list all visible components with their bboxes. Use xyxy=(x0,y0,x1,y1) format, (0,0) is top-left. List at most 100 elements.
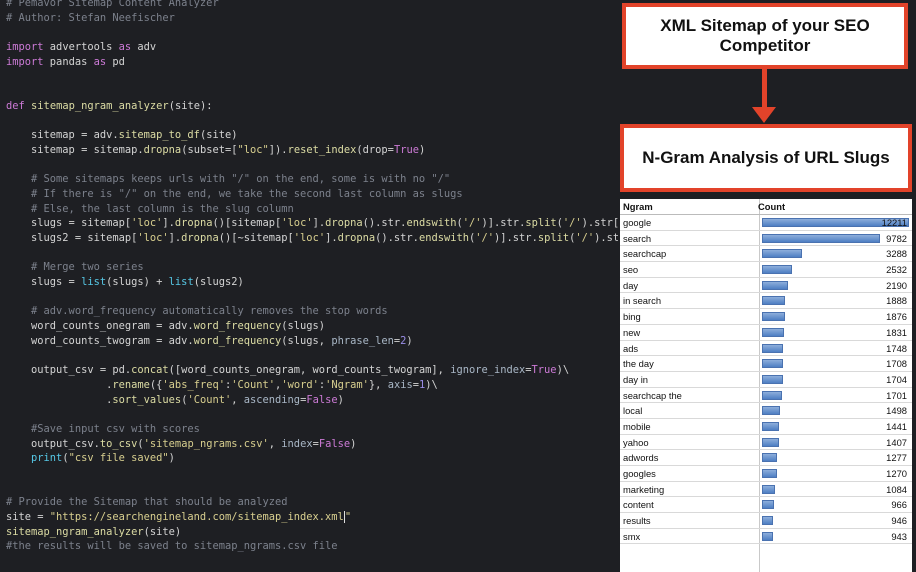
code-line: # Some sitemaps keeps urls with "/" on t… xyxy=(6,172,618,187)
code-token: split xyxy=(525,217,557,230)
code-token: (slugs) + xyxy=(106,276,169,289)
header-count: Count xyxy=(758,201,786,212)
code-token: sitemap_ngram_analyzer xyxy=(6,525,144,538)
ngram-table: Ngram Count google 12211 search 9782 searchc… xyxy=(620,199,912,572)
code-token: rename xyxy=(112,378,150,391)
table-row: day 2190 xyxy=(620,278,912,294)
code-token: word_counts_twogram = adv. xyxy=(6,334,194,347)
code-token: word_counts_onegram = adv. xyxy=(6,320,194,333)
count-cell: 1277 xyxy=(886,452,907,464)
table-body: google 12211 search 9782 searchcap 3288 seo 253… xyxy=(620,215,912,545)
code-token: 'loc' xyxy=(131,217,163,230)
table-row: seo 2532 xyxy=(620,262,912,278)
code-token: ).str[-2] xyxy=(581,217,618,230)
code-token: False xyxy=(318,437,351,450)
code-token: dropna xyxy=(337,232,376,244)
count-cell: 1704 xyxy=(886,373,907,385)
code-editor[interactable]: # Pemavor Sitemap Content Analyzer # Auth… xyxy=(0,0,618,572)
code-token: as xyxy=(118,41,132,54)
code-token: ().str. xyxy=(375,232,419,244)
code-token: (drop= xyxy=(356,143,394,156)
table-row: local 1498 xyxy=(620,403,912,419)
code-line: output_csv.to_csv('sitemap_ngrams.csv', … xyxy=(6,437,618,452)
code-token: import xyxy=(6,41,44,54)
code-token: sitemap_to_df xyxy=(118,129,200,142)
code-token: reset_index xyxy=(287,143,357,156)
code-token: "https://searchengineland.com/sitemap_in… xyxy=(49,511,344,524)
code-line: def sitemap_ngram_analyzer(site): xyxy=(6,99,618,114)
code-token: ()[~sitemap[ xyxy=(218,232,294,244)
code-token: ]. xyxy=(325,232,338,244)
code-token: # Else, the last column is the slug colu… xyxy=(6,202,294,215)
table-row: day in 1704 xyxy=(620,372,912,388)
count-bar xyxy=(762,516,773,526)
table-row: search 9782 xyxy=(620,231,912,247)
code-token: True xyxy=(393,143,419,156)
code-token: ]). xyxy=(268,143,288,156)
count-bar xyxy=(762,359,783,369)
code-line: sitemap = sitemap.dropna(subset=["loc"])… xyxy=(6,143,618,158)
code-token: word_frequency xyxy=(193,334,282,347)
code-token: 'loc' xyxy=(281,217,313,230)
count-bar xyxy=(762,531,773,541)
code-line: #the results will be saved to sitemap_ng… xyxy=(6,539,618,554)
code-token: to_csv xyxy=(99,437,138,450)
table-row: searchcap 3288 xyxy=(620,246,912,263)
header-ngram: Ngram xyxy=(623,201,653,212)
code-line: slugs = list(slugs) + list(slugs2) xyxy=(6,275,618,290)
code-token: sitemap = adv. xyxy=(6,129,119,142)
arrow-shaft xyxy=(762,69,767,111)
code-token: list xyxy=(168,276,194,289)
code-token: word_frequency xyxy=(193,320,282,333)
table-row: in search 1888 xyxy=(620,293,912,310)
code-line: # adv.word_frequency automatically remov… xyxy=(6,304,618,319)
code-token: "loc" xyxy=(237,143,269,156)
count-cell: 1270 xyxy=(886,468,907,479)
table-row: new 1831 xyxy=(620,325,912,341)
code-token: ]. xyxy=(312,217,326,230)
code-token: import xyxy=(6,55,44,68)
code-token: , xyxy=(268,437,282,450)
code-token: adv xyxy=(131,41,157,54)
table-row: bing 1876 xyxy=(620,309,912,325)
arrow-down-icon xyxy=(752,107,776,123)
ngram-cell: search xyxy=(623,232,652,244)
code-token: # Provide the Sitemap that should be ana… xyxy=(6,496,288,509)
code-token: '/' xyxy=(575,232,595,244)
code-line: import pandas as pd xyxy=(6,55,618,70)
code-area[interactable]: # Pemavor Sitemap Content Analyzer # Auth… xyxy=(6,0,618,554)
code-token: ) xyxy=(350,437,357,450)
code-token: 'word' xyxy=(281,378,319,391)
table-row: yahoo 1407 xyxy=(620,435,912,451)
table-row: marketing 1084 xyxy=(620,482,912,498)
count-bar xyxy=(762,327,784,337)
code-token: dropna xyxy=(143,143,182,156)
code-token: output_csv. xyxy=(6,437,100,450)
count-cell: 12211 xyxy=(881,217,907,228)
code-token: ([word_counts_onegram, word_counts_twogr… xyxy=(168,364,451,377)
code-token: index xyxy=(281,437,313,450)
ngram-callout: N-Gram Analysis of URL Slugs xyxy=(620,124,912,192)
count-cell: 1708 xyxy=(886,358,907,370)
code-token: '/' xyxy=(462,217,482,230)
code-token: concat xyxy=(131,364,169,377)
code-token: endswith xyxy=(418,232,469,244)
code-token: site = xyxy=(6,511,50,524)
code-token: output_csv = pd. xyxy=(6,364,132,377)
code-token: '/' xyxy=(475,232,495,244)
ngram-cell: google xyxy=(623,217,652,228)
ngram-cell: seo xyxy=(623,264,639,276)
code-token: ]. xyxy=(168,232,182,244)
code-line: output_csv = pd.concat([word_counts_oneg… xyxy=(6,363,618,378)
code-token: dropna xyxy=(325,217,363,230)
code-token: 'Count' xyxy=(187,393,232,406)
code-token: ({ xyxy=(149,378,163,391)
code-token: dropna xyxy=(174,217,213,230)
code-token: )\ xyxy=(556,364,570,377)
code-line: # Author: Stefan Neefischer xyxy=(6,11,618,26)
count-cell: 3288 xyxy=(886,248,907,260)
code-token: split xyxy=(537,232,570,244)
